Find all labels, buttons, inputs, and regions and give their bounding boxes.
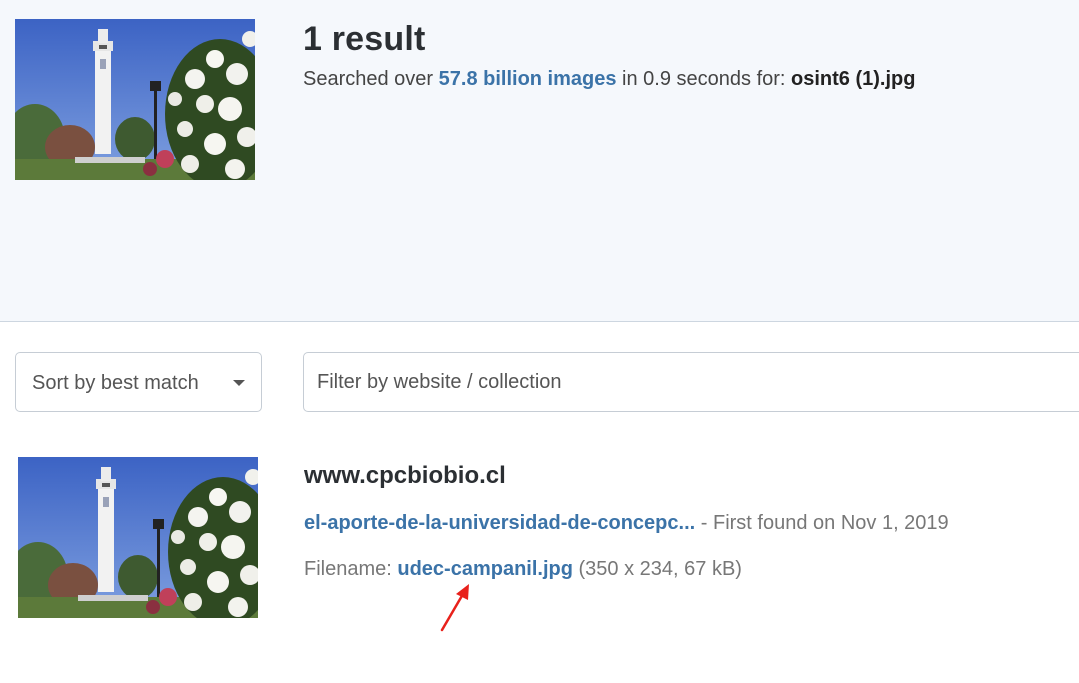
match-filename-line: Filename: udec-campanil.jpg (350 x 234, … xyxy=(304,558,742,581)
match-source-line: el-aporte-de-la-universidad-de-concepc..… xyxy=(304,512,949,535)
match-image-thumbnail[interactable] xyxy=(18,457,258,618)
summary-prefix: Searched over xyxy=(303,68,439,90)
query-filename: osint6 (1).jpg xyxy=(791,68,916,90)
red-annotation-arrow-icon xyxy=(440,584,469,632)
campanile-photo-icon xyxy=(18,457,258,618)
chevron-down-icon xyxy=(233,380,245,386)
filename-label: Filename: xyxy=(304,558,398,580)
match-page-link[interactable]: el-aporte-de-la-universidad-de-concepc..… xyxy=(304,512,695,534)
search-summary: Searched over 57.8 billion images in 0.9… xyxy=(303,68,915,91)
campanile-photo-icon xyxy=(15,19,255,180)
filter-website-input[interactable] xyxy=(303,352,1079,412)
first-found-date: - First found on Nov 1, 2019 xyxy=(695,512,949,534)
result-count-title: 1 result xyxy=(303,20,426,58)
query-image-thumbnail[interactable] xyxy=(15,19,255,180)
summary-middle: in 0.9 seconds for: xyxy=(616,68,792,90)
search-header: 1 result Searched over 57.8 billion imag… xyxy=(0,0,1079,322)
match-filename-link[interactable]: udec-campanil.jpg xyxy=(397,558,573,580)
sort-dropdown[interactable]: Sort by best match xyxy=(15,352,262,412)
sort-dropdown-label: Sort by best match xyxy=(32,372,199,394)
file-meta: (350 x 234, 67 kB) xyxy=(572,558,742,580)
match-domain: www.cpcbiobio.cl xyxy=(304,462,506,489)
index-size-highlight: 57.8 billion images xyxy=(438,68,617,90)
